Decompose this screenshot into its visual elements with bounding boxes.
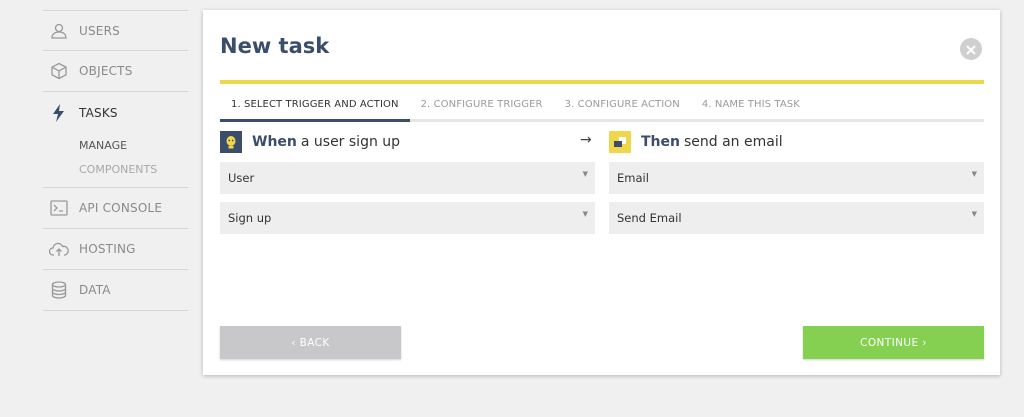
sidebar-item-hosting[interactable]: HOSTING bbox=[43, 229, 188, 270]
trigger-keyword: When bbox=[252, 133, 297, 150]
trigger-event-select[interactable]: Sign up ▼ bbox=[220, 202, 595, 234]
sidebar-item-label: HOSTING bbox=[79, 242, 136, 256]
email-service-icon bbox=[609, 130, 631, 153]
sidebar-item-users[interactable]: USERS bbox=[43, 10, 188, 51]
sidebar-item-label: API CONSOLE bbox=[79, 201, 163, 215]
continue-button[interactable]: CONTINUE › bbox=[803, 326, 984, 359]
subnav-item-components[interactable]: COMPONENTS bbox=[43, 157, 188, 181]
tasks-subnav: MANAGE COMPONENTS bbox=[43, 133, 188, 188]
trigger-entity-select[interactable]: User ▼ bbox=[220, 162, 595, 194]
back-button[interactable]: ‹ BACK bbox=[220, 326, 401, 359]
close-button[interactable] bbox=[960, 38, 982, 60]
close-icon bbox=[966, 40, 976, 59]
sidebar: USERS OBJECTS TASKS MANAGE COMPONENTS AP… bbox=[43, 10, 188, 311]
action-keyword: Then bbox=[641, 133, 680, 150]
arrow-right-icon: → bbox=[580, 132, 592, 148]
user-avatar-icon bbox=[220, 130, 242, 153]
header-accent-bar bbox=[220, 80, 984, 84]
action-service-select[interactable]: Email ▼ bbox=[609, 162, 984, 194]
step-name-this-task[interactable]: 4. NAME THIS TASK bbox=[691, 89, 811, 121]
sidebar-item-label: DATA bbox=[79, 283, 111, 297]
database-icon bbox=[49, 280, 69, 300]
subnav-item-manage[interactable]: MANAGE bbox=[43, 133, 188, 157]
sidebar-item-label: OBJECTS bbox=[79, 64, 133, 78]
action-event-value: Send Email bbox=[617, 211, 682, 225]
wizard-steps: 1. SELECT TRIGGER AND ACTION 2. CONFIGUR… bbox=[220, 90, 984, 122]
caret-down-icon: ▼ bbox=[582, 210, 588, 218]
sidebar-item-api-console[interactable]: API CONSOLE bbox=[43, 188, 188, 229]
trigger-event-value: Sign up bbox=[228, 211, 272, 225]
action-event-select[interactable]: Send Email ▼ bbox=[609, 202, 984, 234]
trigger-description: a user sign up bbox=[300, 133, 401, 150]
sidebar-item-label: TASKS bbox=[79, 105, 118, 120]
sidebar-item-data[interactable]: DATA bbox=[43, 270, 188, 311]
caret-down-icon: ▼ bbox=[971, 210, 977, 218]
cube-icon bbox=[49, 61, 69, 81]
step-select-trigger-and-action[interactable]: 1. SELECT TRIGGER AND ACTION bbox=[220, 90, 410, 122]
new-task-modal: New task 1. SELECT TRIGGER AND ACTION 2.… bbox=[203, 10, 1000, 375]
cloud-upload-icon bbox=[49, 239, 69, 259]
trigger-header: When a user sign up bbox=[220, 130, 400, 153]
user-icon bbox=[49, 21, 69, 41]
sidebar-item-label: USERS bbox=[79, 23, 120, 38]
caret-down-icon: ▼ bbox=[971, 170, 977, 178]
modal-title: New task bbox=[220, 34, 330, 58]
lightning-icon bbox=[49, 103, 69, 123]
caret-down-icon: ▼ bbox=[582, 170, 588, 178]
step-configure-action[interactable]: 3. CONFIGURE ACTION bbox=[554, 89, 691, 121]
terminal-icon bbox=[49, 198, 69, 218]
action-header: Then send an email bbox=[609, 130, 783, 153]
sidebar-item-tasks[interactable]: TASKS bbox=[43, 92, 188, 133]
action-description: send an email bbox=[683, 133, 783, 150]
step-configure-trigger[interactable]: 2. CONFIGURE TRIGGER bbox=[410, 89, 554, 121]
trigger-entity-value: User bbox=[228, 171, 255, 185]
action-service-value: Email bbox=[617, 171, 649, 185]
sidebar-item-objects[interactable]: OBJECTS bbox=[43, 51, 188, 92]
